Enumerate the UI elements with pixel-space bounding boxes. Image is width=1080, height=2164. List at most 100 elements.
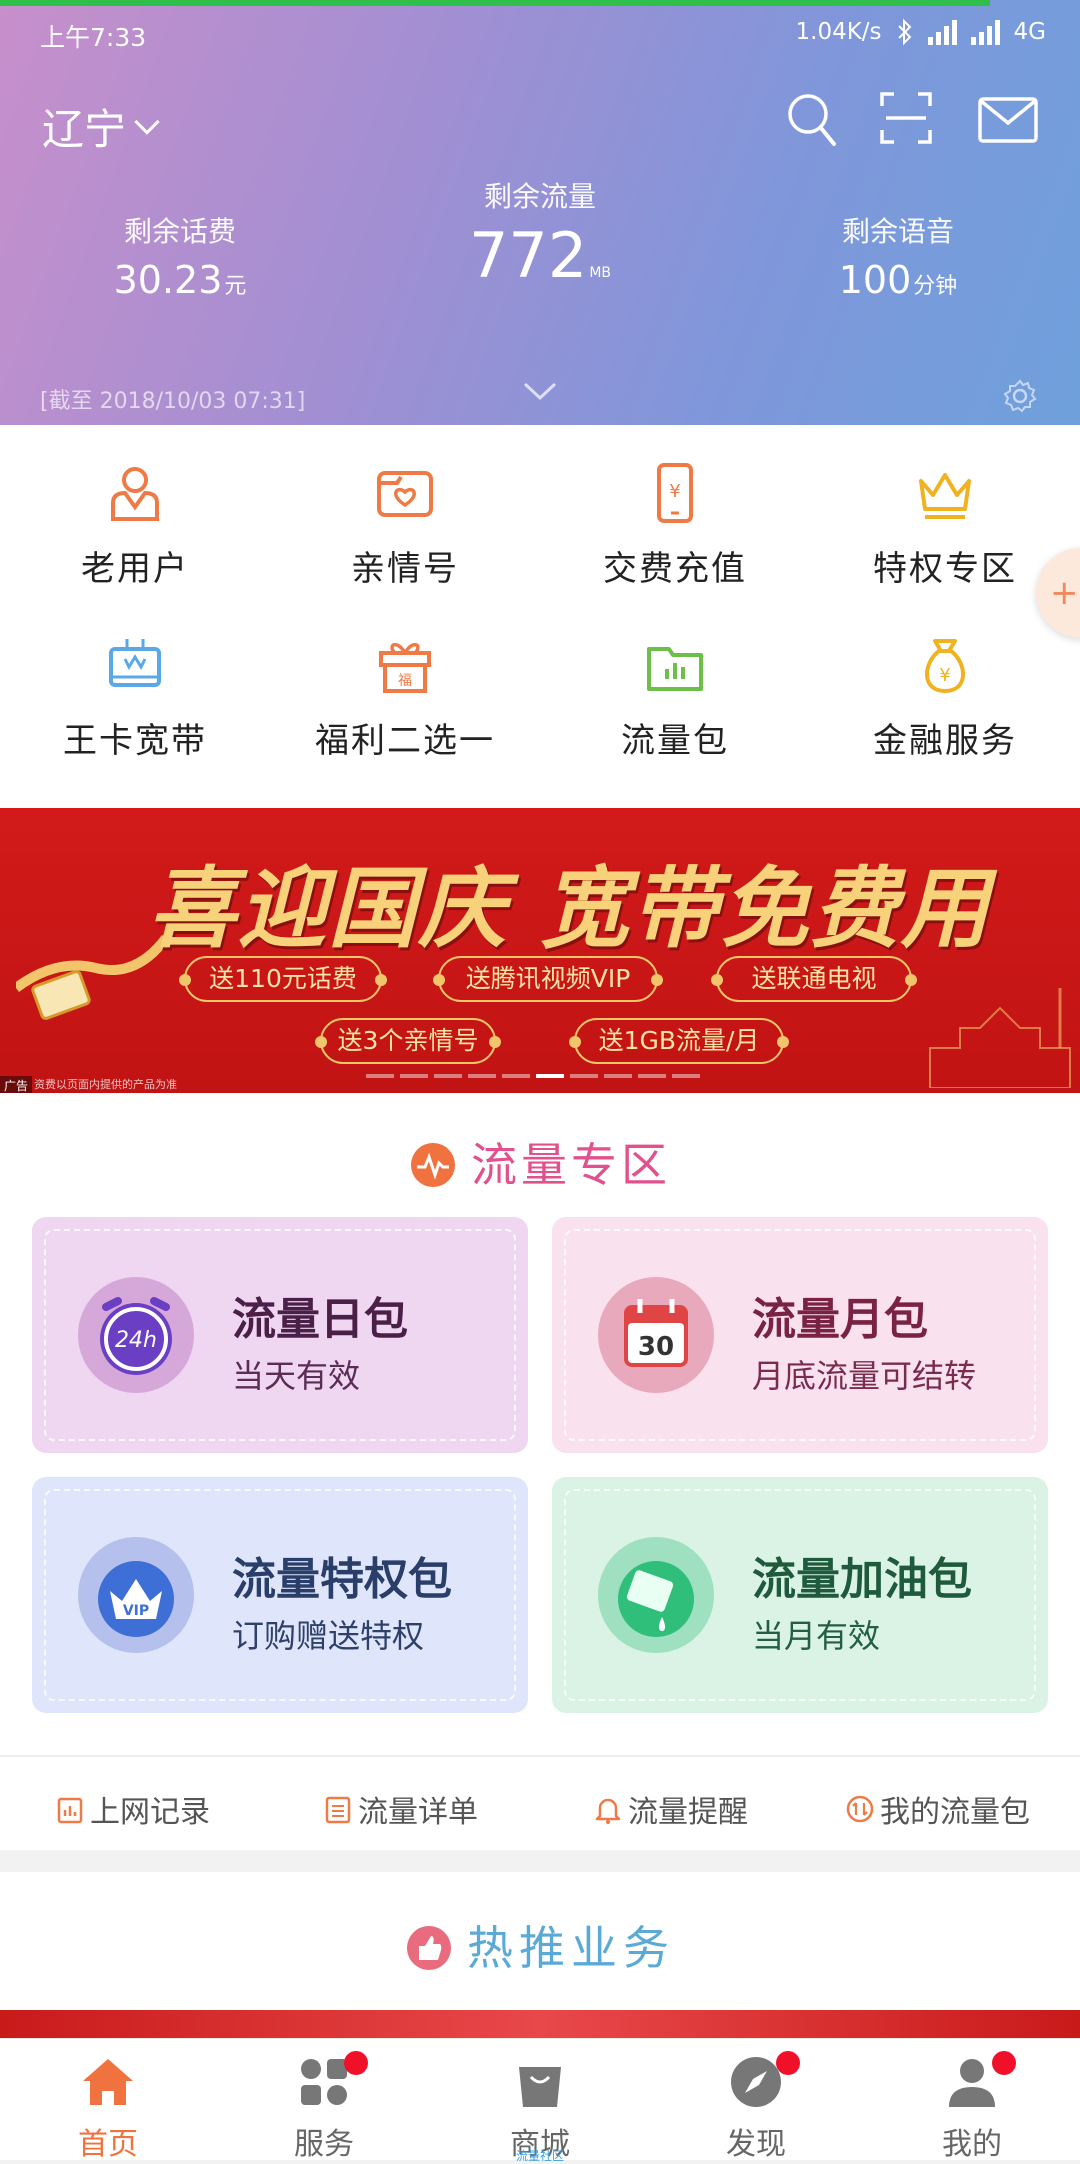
tab-service[interactable]: 服务	[216, 2039, 432, 2162]
as-of-timestamp: [截至 2018/10/03 07:31]	[40, 389, 306, 414]
bottom-tab-bar: 首页 服务 商城 流量社区 发现 我的	[0, 2038, 1080, 2163]
banner-dot[interactable]	[536, 1074, 564, 1078]
banner-dot[interactable]	[672, 1074, 700, 1078]
data-label: 剩余流量	[483, 180, 596, 213]
banner-pill: 送3个亲情号	[315, 1018, 501, 1064]
tab-mine[interactable]: 我的	[864, 2039, 1080, 2162]
tab-sublabel: 流量社区	[515, 2149, 564, 2163]
balance-label: 剩余话费	[123, 215, 236, 248]
quick-item-finance[interactable]: ¥ 金融服务	[810, 635, 1080, 762]
notification-badge	[992, 2051, 1016, 2075]
status-time: 上午7:33	[40, 23, 147, 52]
pulse-icon	[411, 1142, 455, 1187]
link-data-reminder[interactable]: 流量提醒	[594, 1787, 748, 1831]
mail-icon[interactable]	[978, 97, 1038, 143]
province-selector[interactable]: 辽宁	[42, 96, 160, 157]
alarm-clock-icon: 24h	[78, 1277, 194, 1393]
voice-label: 剩余语音	[841, 215, 954, 248]
notification-badge	[776, 2051, 800, 2075]
expand-chevron-icon[interactable]	[522, 380, 558, 402]
card-monthly-data[interactable]: 30 流量月包 月底流量可结转	[552, 1217, 1048, 1453]
broadband-icon	[109, 639, 161, 687]
quick-item-privilege-zone[interactable]: 特权专区	[810, 463, 1080, 590]
quick-item-label: 金融服务	[873, 721, 1017, 761]
card-subtitle: 当月有效	[752, 1617, 881, 1655]
remaining-balance[interactable]: 剩余话费 30.23元	[90, 210, 270, 302]
data-links-row: 上网记录 流量详单 流量提醒 我的流量包	[0, 1755, 1080, 1849]
data-zone-title-text: 流量专区	[471, 1138, 671, 1192]
quick-item-welfare[interactable]: 福 福利二选一	[270, 635, 540, 762]
clipboard-icon	[57, 1797, 83, 1824]
link-my-data-packages[interactable]: 我的流量包	[846, 1787, 1030, 1831]
old-user-icon	[111, 467, 159, 521]
link-data-details[interactable]: 流量详单	[324, 1787, 478, 1831]
link-internet-records[interactable]: 上网记录	[56, 1787, 210, 1831]
card-privilege-data[interactable]: VIP 流量特权包 订购赠送特权	[32, 1477, 528, 1713]
vip-text: VIP	[123, 1603, 149, 1619]
quick-item-broadband[interactable]: 王卡宽带	[0, 635, 270, 762]
link-label: 流量提醒	[628, 1795, 748, 1830]
tab-label: 首页	[78, 2127, 138, 2162]
tab-label: 发现	[726, 2127, 786, 2162]
chevron-down-icon	[134, 108, 160, 135]
hot-banner-strip[interactable]	[0, 2010, 1080, 2038]
banner-dot[interactable]	[400, 1074, 428, 1078]
card-title: 流量日包	[232, 1294, 408, 1345]
banner-dot[interactable]	[502, 1074, 530, 1078]
quick-item-recharge[interactable]: ¥ 交费充值	[540, 463, 810, 590]
data-package-icon	[647, 647, 703, 691]
network-type: 4G	[1013, 19, 1046, 45]
voice-value: 100	[838, 258, 912, 302]
quick-item-label: 老用户	[81, 549, 189, 589]
thumbs-up-icon	[407, 1925, 451, 1970]
card-subtitle: 订购赠送特权	[232, 1617, 425, 1655]
shopping-bag-icon	[519, 2067, 561, 2107]
banner-pill: 送110元话费	[179, 956, 387, 1002]
banner-dot[interactable]	[468, 1074, 496, 1078]
quick-item-family-number[interactable]: 亲情号	[270, 463, 540, 590]
remaining-data[interactable]: 剩余流量 772 MB	[430, 175, 650, 292]
province-label: 辽宁	[42, 105, 127, 154]
banner-dot[interactable]	[434, 1074, 462, 1078]
account-header: 上午7:33 1.04K/s 4G 辽宁 剩余话费 30.23元 剩余流量 77…	[0, 0, 1080, 425]
banner-dot[interactable]	[604, 1074, 632, 1078]
promo-banner[interactable]: 喜迎国庆 宽带免费用 送110元话费 送腾讯视频VIP 送联通电视 送3个亲情号…	[0, 808, 1080, 1093]
gear-icon[interactable]	[1002, 378, 1038, 414]
page-load-progress	[0, 0, 990, 6]
card-daily-data[interactable]: 24h 流量日包 当天有效	[32, 1217, 528, 1453]
bell-icon	[595, 1798, 621, 1824]
calendar-text: 30	[638, 1332, 674, 1362]
network-cable-illustration	[16, 934, 166, 1020]
home-icon	[83, 2059, 133, 2105]
tab-mall[interactable]: 商城 流量社区	[432, 2039, 648, 2163]
quick-item-old-user[interactable]: 老用户	[0, 463, 270, 590]
svg-text:¥: ¥	[669, 481, 680, 502]
tab-home[interactable]: 首页	[0, 2039, 216, 2162]
ad-tag: 广告	[0, 1076, 33, 1093]
balance-value: 30.23	[113, 258, 223, 302]
tab-discover[interactable]: 发现	[648, 2039, 864, 2162]
tab-label: 我的	[942, 2127, 1002, 2162]
svg-text:福: 福	[398, 673, 412, 689]
hot-title-text: 热推业务	[467, 1921, 675, 1975]
card-booster-data[interactable]: 流量加油包 当月有效	[552, 1477, 1048, 1713]
banner-dot[interactable]	[570, 1074, 598, 1078]
link-label: 我的流量包	[880, 1795, 1030, 1830]
quick-item-label: 流量包	[621, 721, 729, 761]
banner-title: 喜迎国庆 宽带免费用	[148, 857, 991, 960]
quick-item-label: 福利二选一	[315, 721, 495, 761]
data-zone-title: 流量专区	[0, 1129, 1080, 1195]
scan-icon[interactable]	[880, 92, 932, 144]
search-icon[interactable]	[786, 92, 838, 148]
signal-icon-2	[970, 19, 1000, 45]
recharge-icon: ¥	[657, 463, 693, 523]
family-number-icon	[377, 471, 433, 517]
tiananmen-illustration	[929, 988, 1071, 1088]
gift-icon: 福	[379, 642, 431, 693]
banner-pill: 送联通电视	[711, 956, 917, 1002]
remaining-voice[interactable]: 剩余语音 100分钟	[808, 210, 988, 302]
banner-dot[interactable]	[366, 1074, 394, 1078]
quick-item-data-package[interactable]: 流量包	[540, 635, 810, 762]
quick-item-label: 交费充值	[603, 549, 747, 589]
banner-dot[interactable]	[638, 1074, 666, 1078]
